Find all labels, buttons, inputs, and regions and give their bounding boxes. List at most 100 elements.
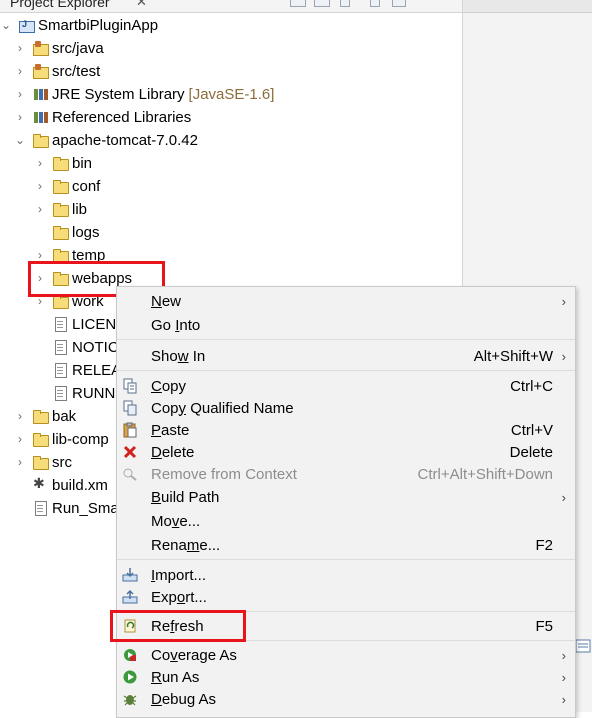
menu-label: Move...: [151, 512, 201, 530]
menu-item-delete[interactable]: Delete Delete: [117, 441, 575, 463]
view-title[interactable]: Project Explorer: [10, 0, 110, 10]
submenu-arrow-icon: ›: [561, 489, 566, 505]
tree-node-label: logs: [72, 223, 100, 241]
file-icon: [52, 362, 68, 378]
menu-label: New: [151, 292, 182, 310]
minimize-icon[interactable]: [370, 0, 380, 7]
menu-item-export[interactable]: Export...: [117, 586, 575, 608]
file-icon: [32, 500, 48, 516]
copy-qualified-name-icon: [123, 400, 137, 416]
tree-node-label: LICEN: [72, 315, 117, 333]
tree-node-jre[interactable]: › JRE System Library [JavaSE-1.6]: [14, 83, 274, 105]
tree-node-label: Run_Sma: [52, 499, 119, 517]
tree-node-lib-comp[interactable]: › lib-comp: [14, 428, 109, 450]
file-icon: [52, 339, 68, 355]
menu-label: Remove from Context: [151, 465, 297, 483]
submenu-arrow-icon: ›: [561, 691, 566, 707]
menu-item-remove-from-context[interactable]: Remove from Context Ctrl+Alt+Shift+Down: [117, 463, 575, 485]
tree-node-release[interactable]: RELEA: [34, 359, 121, 381]
tree-node-notice[interactable]: NOTIC: [34, 336, 119, 358]
tree-node-label: RUNN: [72, 384, 116, 402]
collapse-chevron-icon[interactable]: ›: [14, 455, 26, 469]
tree-node-running[interactable]: RUNN: [34, 382, 115, 404]
collapse-chevron-icon[interactable]: ›: [34, 202, 46, 216]
view-menu-icon[interactable]: [340, 0, 350, 7]
tree-node-apache-tomcat[interactable]: ⌄ apache-tomcat-7.0.42: [14, 129, 198, 151]
tree-node-license[interactable]: LICEN: [34, 313, 116, 335]
jre-version-decoration: [JavaSE-1.6]: [188, 85, 275, 103]
tree-node-label: lib: [72, 200, 88, 218]
view-close-icon[interactable]: ✕: [136, 0, 147, 10]
menu-shortcut: Ctrl+Alt+Shift+Down: [417, 465, 553, 483]
delete-icon: [123, 445, 137, 459]
ant-file-icon: [32, 475, 48, 493]
collapse-chevron-icon[interactable]: ›: [14, 87, 26, 101]
source-folder-icon: [32, 63, 49, 79]
menu-item-import[interactable]: Import...: [117, 564, 575, 586]
tree-node-logs[interactable]: logs: [34, 221, 100, 243]
folder-icon: [32, 408, 49, 424]
tree-node-project[interactable]: ⌄ SmartbiPluginApp: [0, 14, 158, 36]
menu-label: Build Path: [151, 488, 220, 506]
menu-label: Export...: [151, 588, 207, 606]
submenu-arrow-icon: ›: [561, 293, 566, 309]
collapse-chevron-icon[interactable]: ›: [14, 41, 26, 55]
tree-node-lib[interactable]: › lib: [34, 198, 87, 220]
collapse-chevron-icon[interactable]: ›: [14, 64, 26, 78]
tree-node-label: apache-tomcat-7.0.42: [52, 131, 198, 149]
menu-item-go-into[interactable]: Go Into: [117, 314, 575, 336]
maximize-icon[interactable]: [392, 0, 406, 7]
expand-chevron-icon[interactable]: ⌄: [14, 133, 26, 147]
menu-item-run-as[interactable]: Run As ›: [117, 666, 575, 688]
menu-item-paste[interactable]: Paste Ctrl+V: [117, 419, 575, 441]
menu-label: Show In: [151, 347, 206, 365]
collapse-chevron-icon[interactable]: ›: [14, 409, 26, 423]
menu-item-move[interactable]: Move...: [117, 510, 575, 532]
submenu-arrow-icon: ›: [561, 647, 566, 663]
tree-node-bin[interactable]: › bin: [34, 152, 92, 174]
menu-separator: [117, 559, 575, 560]
folder-icon: [52, 201, 69, 217]
menu-item-debug-as[interactable]: Debug As ›: [117, 688, 575, 710]
tree-node-src-test[interactable]: › src/test: [14, 60, 100, 82]
menu-item-new[interactable]: New ›: [117, 290, 575, 312]
tree-node-label: bin: [72, 154, 93, 172]
collapse-chevron-icon[interactable]: ›: [14, 110, 26, 124]
expand-chevron-icon[interactable]: ⌄: [0, 18, 12, 32]
collapse-chevron-icon[interactable]: ›: [34, 248, 46, 262]
menu-shortcut: Ctrl+C: [510, 377, 553, 395]
menu-label: Debug As: [151, 690, 217, 708]
tree-node-referenced-libraries[interactable]: › Referenced Libraries: [14, 106, 191, 128]
menu-item-rename[interactable]: Rename... F2: [117, 534, 575, 556]
tree-node-conf[interactable]: › conf: [34, 175, 100, 197]
import-icon: [122, 568, 138, 582]
menu-shortcut: Alt+Shift+W: [473, 347, 553, 365]
menu-item-show-in[interactable]: Show In Alt+Shift+W ›: [117, 345, 575, 367]
folder-icon: [52, 224, 69, 240]
menu-item-copy[interactable]: Copy Ctrl+C: [117, 375, 575, 397]
menu-item-coverage-as[interactable]: Coverage As ›: [117, 644, 575, 666]
tree-node-build-xml[interactable]: build.xm: [14, 474, 108, 496]
collapse-chevron-icon[interactable]: ›: [34, 179, 46, 193]
file-icon: [52, 316, 68, 332]
tree-node-src[interactable]: › src: [14, 451, 72, 473]
tree-node-src-java[interactable]: › src/java: [14, 37, 104, 59]
collapse-chevron-icon[interactable]: ›: [34, 156, 46, 170]
remove-context-icon: [123, 468, 137, 481]
tree-node-bak[interactable]: › bak: [14, 405, 76, 427]
menu-shortcut: F5: [535, 617, 553, 635]
menu-label: Copy Qualified Name: [151, 399, 294, 417]
menu-item-copy-qualified-name[interactable]: Copy Qualified Name: [117, 397, 575, 419]
collapse-chevron-icon[interactable]: ›: [14, 432, 26, 446]
menu-shortcut: F2: [535, 536, 553, 554]
menu-item-build-path[interactable]: Build Path ›: [117, 486, 575, 508]
tree-node-label: Referenced Libraries: [52, 108, 192, 126]
menu-shortcut: Ctrl+V: [510, 421, 553, 439]
menu-label: Import...: [151, 566, 207, 584]
library-icon: [32, 109, 48, 125]
tree-node-run-sma[interactable]: Run_Sma: [14, 497, 119, 519]
run-icon: [123, 670, 137, 684]
outline-view-icon[interactable]: [575, 638, 591, 654]
link-with-editor-icon[interactable]: [314, 0, 330, 7]
collapse-all-icon[interactable]: [290, 0, 306, 7]
